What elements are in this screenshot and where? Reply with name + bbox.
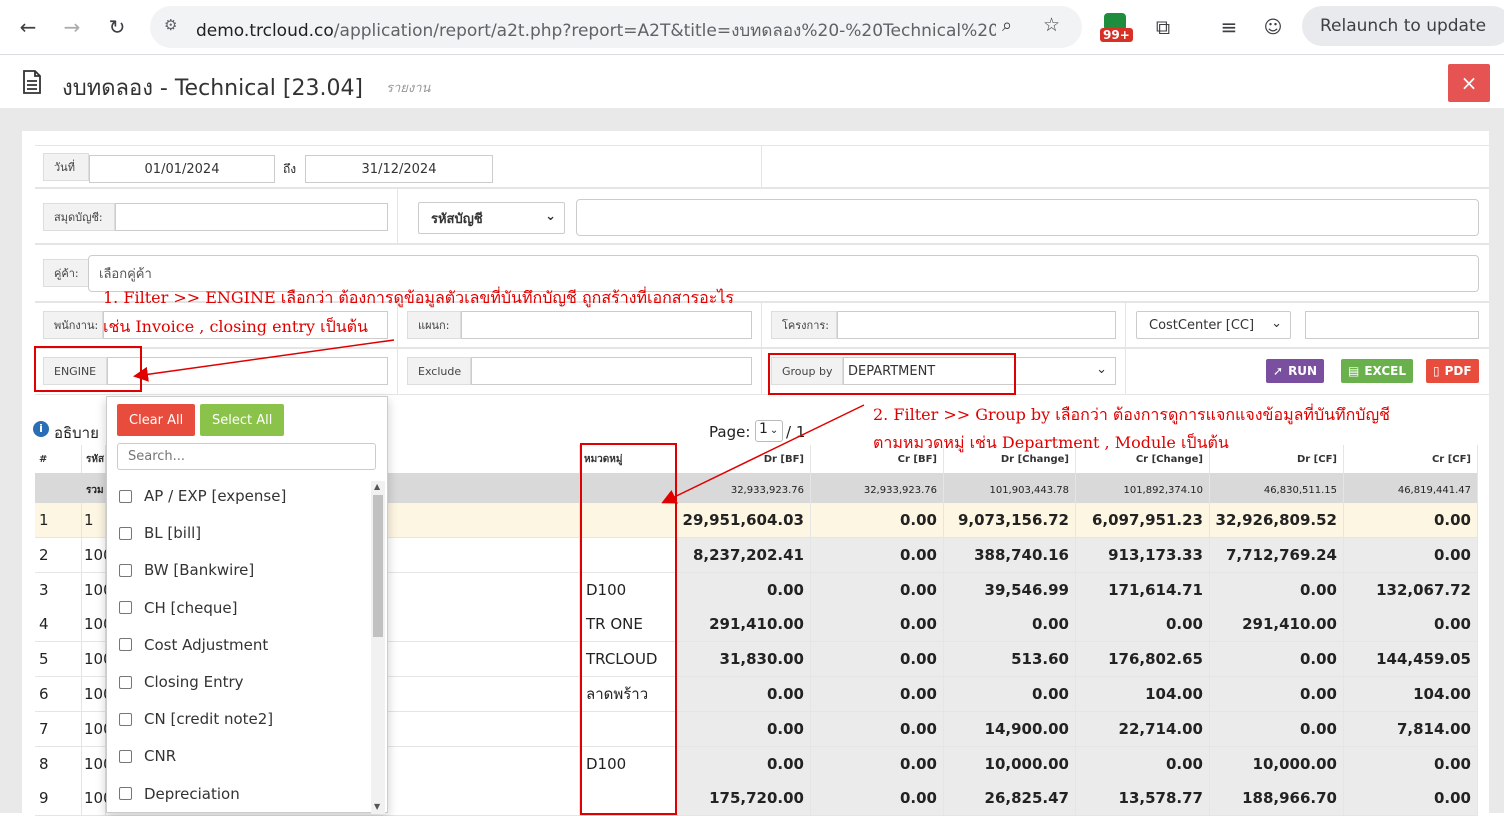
arrow-to-group-column xyxy=(661,404,865,504)
annotation-arrows xyxy=(133,339,865,504)
arrow-to-engine xyxy=(133,339,395,382)
